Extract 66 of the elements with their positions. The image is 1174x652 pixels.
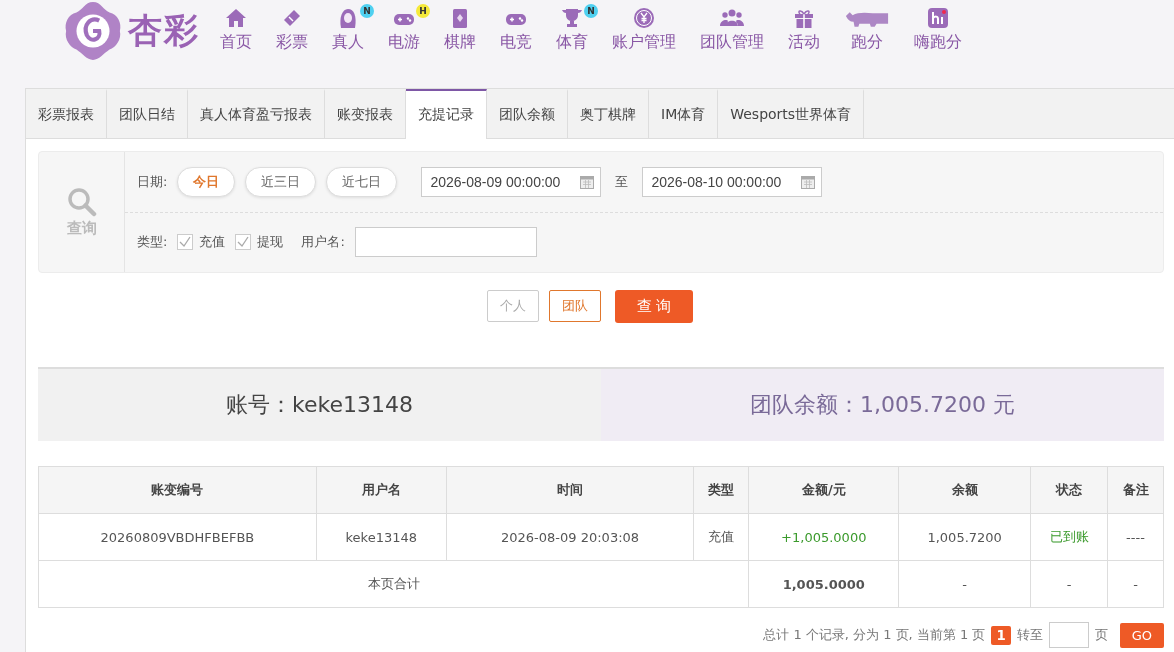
go-button[interactable]: GO [1119,622,1164,648]
calendar-icon[interactable] [801,174,816,189]
table-cell: 20260809VBDHFBEFBB [38,513,317,561]
nav-item[interactable]: 团队管理 [688,0,776,53]
nav-item[interactable]: 嗨跑分 [902,0,974,53]
column-header: 金额/元 [748,466,899,514]
nav-item[interactable]: 彩票 [264,0,320,53]
nav-item[interactable]: 跑分 [832,0,902,53]
nav-badge: N [584,4,598,18]
end-date-field[interactable]: 2026-08-10 00:00:00 [642,166,823,197]
nav-item[interactable]: 账户管理 [600,0,688,53]
username-label: 用户名: [301,233,345,252]
column-header: 类型 [693,466,749,514]
house-icon [224,6,248,30]
logo-text: 杏彩 [128,9,200,52]
type-checkbox[interactable]: 充值 [177,233,226,252]
column-header: 用户名 [316,466,447,514]
nav-badge: H [416,4,430,18]
hi-logo-icon [926,6,950,30]
goto-label: 转至 [1016,626,1043,644]
nav-item[interactable]: 首页 [208,0,264,53]
nav-item[interactable]: 棋牌 [432,0,488,53]
table-cell: 2026-08-09 20:03:08 [446,513,694,561]
account-summary: 账号：keke13148 [38,369,601,441]
nav-badge: N [360,4,374,18]
table-cell: ---- [1107,513,1164,561]
search-icon [66,186,97,217]
nav-item[interactable]: 活动 [776,0,832,53]
date-separator: 至 [615,172,629,191]
yen-coin-icon [632,6,656,30]
report-tab[interactable]: 充提记录 [406,89,487,139]
column-header: 备注 [1107,466,1164,514]
page-input[interactable] [1048,622,1089,648]
type-checkbox[interactable]: 提现 [235,233,284,252]
page-unit: 页 [1094,626,1108,644]
table-cell: +1,005.0000 [748,513,899,561]
table-cell: keke13148 [316,513,447,561]
totals-label: 本页合计 [38,560,749,608]
calendar-icon[interactable] [580,174,595,189]
username-field[interactable] [354,227,537,258]
column-header: 时间 [446,466,694,514]
table-cell: 1,005.7200 [898,513,1031,561]
table-cell: 已到账 [1030,513,1108,561]
start-date-field[interactable]: 2026-08-09 00:00:00 [421,166,602,197]
type-label: 类型: [137,233,168,252]
date-range-button[interactable]: 近三日 [245,166,317,197]
current-page[interactable]: 1 [991,625,1011,645]
record-summary: 总计 1 个记录, 分为 1 页, 当前第 1 页 [763,626,986,644]
nav-item[interactable]: H 电游 [376,0,432,53]
search-label: 查询 [66,218,97,238]
column-header: 状态 [1030,466,1108,514]
table-cell: - [1030,560,1108,608]
column-header: 账变编号 [38,466,317,514]
query-button[interactable]: 查 询 [614,289,694,323]
column-header: 余额 [898,466,1031,514]
trophy-icon [560,6,584,30]
table-cell: - [1107,560,1164,608]
date-label: 日期: [137,172,168,191]
nav-item[interactable]: N 真人 [320,0,376,53]
table-cell: 1,005.0000 [748,560,899,608]
nav-item[interactable]: 电竞 [488,0,544,53]
table-cell: 充值 [693,513,749,561]
team-balance-summary: 团队余额：1,005.7200 元 [601,369,1164,441]
nav-item[interactable]: N 体育 [544,0,600,53]
date-range-button[interactable]: 近七日 [326,166,398,197]
table-cell: - [898,560,1031,608]
